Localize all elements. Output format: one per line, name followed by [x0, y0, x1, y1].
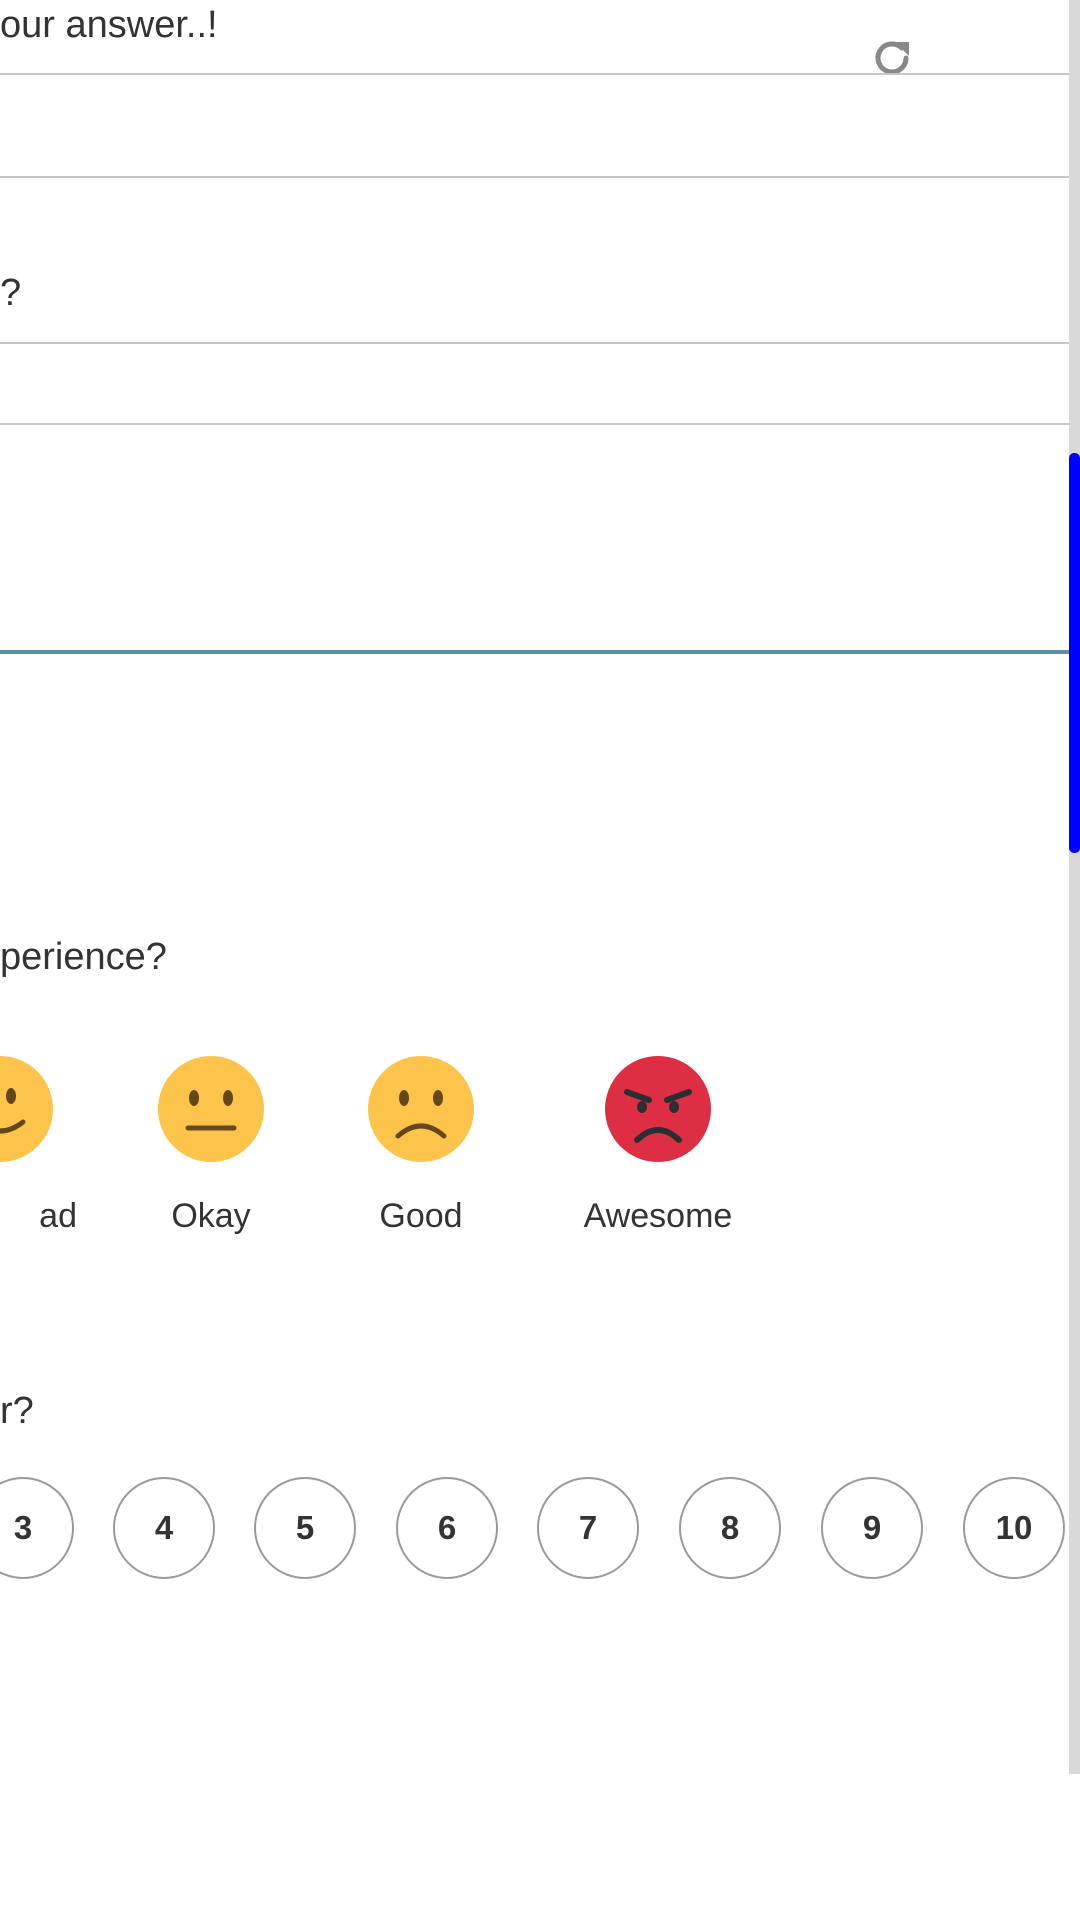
experience-question-text: perience?	[0, 936, 167, 978]
question-text: ?	[0, 272, 22, 314]
nps-option-10[interactable]: 10	[963, 1477, 1065, 1579]
nps-option-9[interactable]: 9	[821, 1477, 923, 1579]
emoji-label: Okay	[171, 1197, 251, 1235]
nps-option-6[interactable]: 6	[396, 1477, 498, 1579]
angry-face-icon	[605, 1056, 711, 1162]
nps-option-5[interactable]: 5	[254, 1477, 356, 1579]
emoji-option-good[interactable]: Good	[368, 1056, 474, 1236]
nps-option-3[interactable]: 3	[0, 1477, 74, 1579]
divider	[0, 342, 1069, 344]
divider	[0, 176, 1069, 178]
emoji-option-bad[interactable]: ad	[0, 1056, 77, 1236]
scrollbar-track[interactable]	[1069, 0, 1080, 1774]
nps-question-text: r?	[0, 1390, 34, 1432]
emoji-label: Awesome	[583, 1197, 733, 1235]
emoji-label: Good	[379, 1197, 463, 1235]
frowning-face-icon	[368, 1056, 474, 1162]
emoji-option-awesome[interactable]: Awesome	[558, 1056, 758, 1236]
nps-option-7[interactable]: 7	[537, 1477, 639, 1579]
neutral-face-icon	[158, 1056, 264, 1162]
emoji-option-okay[interactable]: Okay	[158, 1056, 264, 1236]
textarea-focus-underline[interactable]	[0, 650, 1069, 654]
divider	[0, 73, 1069, 75]
slightly-smiling-face-icon	[0, 1056, 53, 1162]
nps-option-4[interactable]: 4	[113, 1477, 215, 1579]
emoji-label: ad	[39, 1197, 77, 1235]
divider	[0, 423, 1069, 425]
scrollbar-thumb[interactable]	[1069, 453, 1080, 853]
nps-option-8[interactable]: 8	[679, 1477, 781, 1579]
answer-field-placeholder[interactable]: our answer..!	[0, 4, 218, 47]
